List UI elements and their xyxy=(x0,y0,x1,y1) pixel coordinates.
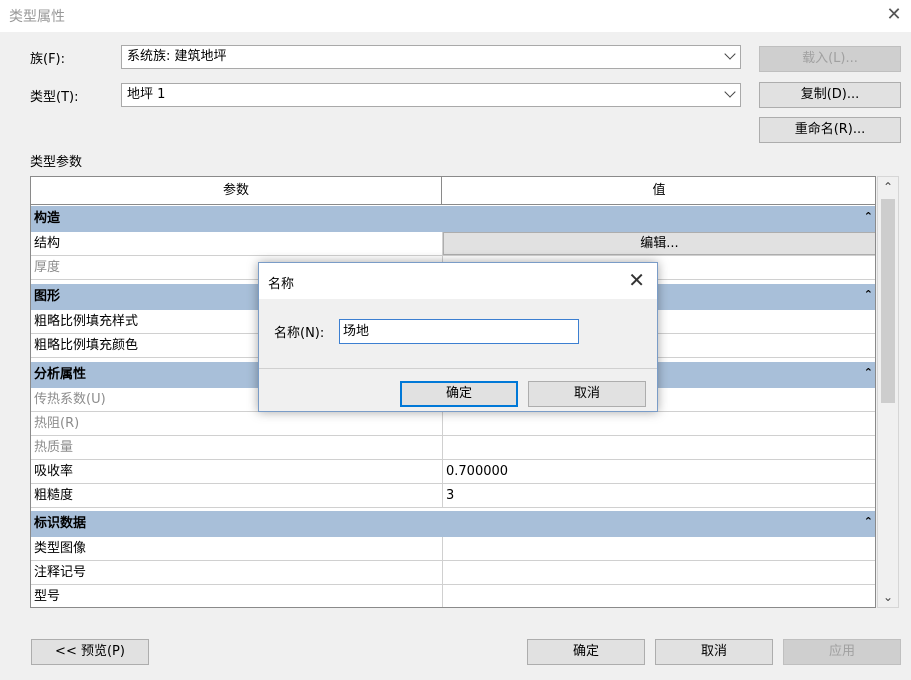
table-row[interactable]: 结构 编辑... xyxy=(31,232,875,256)
type-label: 类型(T): xyxy=(30,90,79,105)
table-header: 参数 值 xyxy=(31,177,875,205)
column-header-value: 值 xyxy=(652,183,666,198)
collapse-icon[interactable]: ⌃ xyxy=(864,509,873,535)
type-select[interactable]: 地坪 1 xyxy=(121,83,741,107)
param-name: 吸收率 xyxy=(34,464,74,479)
dialog-close-icon[interactable]: ✕ xyxy=(628,268,645,292)
table-row[interactable]: 注释记号 xyxy=(31,561,875,585)
apply-button[interactable]: 应用 xyxy=(783,639,901,665)
preview-button[interactable]: << 预览(P) xyxy=(31,639,149,665)
chevron-down-icon xyxy=(724,48,736,60)
name-input[interactable]: 场地 xyxy=(339,319,579,344)
group-label: 标识数据 xyxy=(34,516,87,531)
param-name: 传热系数(U) xyxy=(34,392,106,407)
family-select[interactable]: 系统族: 建筑地坪 xyxy=(121,45,741,69)
collapse-icon[interactable]: ⌃ xyxy=(864,204,873,230)
param-value[interactable] xyxy=(442,412,875,436)
name-field-label: 名称(N): xyxy=(274,326,325,341)
name-dialog: 名称 ✕ 名称(N): 场地 确定 取消 xyxy=(258,262,658,412)
family-label: 族(F): xyxy=(30,52,66,67)
rename-button[interactable]: 重命名(R)... xyxy=(759,117,901,143)
dialog-ok-button[interactable]: 确定 xyxy=(400,381,518,407)
table-row[interactable]: 热阻(R) xyxy=(31,412,875,436)
title-bar: 类型属性 ✕ xyxy=(0,0,911,32)
param-value[interactable] xyxy=(442,561,875,585)
group-label: 图形 xyxy=(34,289,61,304)
dialog-cancel-button[interactable]: 取消 xyxy=(528,381,646,407)
chevron-down-icon xyxy=(724,86,736,98)
table-row[interactable]: 吸收率 0.700000 xyxy=(31,460,875,484)
scroll-up-icon[interactable]: ⌃ xyxy=(878,177,898,197)
collapse-icon[interactable]: ⌃ xyxy=(864,282,873,308)
table-scrollbar[interactable]: ⌃ ⌄ xyxy=(877,176,899,608)
edit-structure-button[interactable]: 编辑... xyxy=(443,232,875,255)
param-value[interactable]: 3 xyxy=(442,484,875,508)
scroll-down-icon[interactable]: ⌄ xyxy=(878,587,898,607)
group-label: 构造 xyxy=(34,211,61,226)
duplicate-button[interactable]: 复制(D)... xyxy=(759,82,901,108)
family-value: 系统族: 建筑地坪 xyxy=(127,49,227,64)
param-value-cell: 编辑... xyxy=(442,232,875,256)
param-name: 结构 xyxy=(34,236,61,251)
param-value[interactable] xyxy=(442,537,875,561)
window-title: 类型属性 xyxy=(9,9,65,25)
param-name: 注释记号 xyxy=(34,565,87,580)
table-row[interactable]: 热质量 xyxy=(31,436,875,460)
collapse-icon[interactable]: ⌃ xyxy=(864,360,873,386)
scroll-thumb[interactable] xyxy=(881,199,895,403)
close-icon[interactable]: ✕ xyxy=(880,2,908,28)
param-name: 粗略比例填充样式 xyxy=(34,314,139,329)
param-name: 粗略比例填充颜色 xyxy=(34,338,139,353)
table-row[interactable]: 型号 xyxy=(31,585,875,607)
table-row[interactable]: 粗糙度 3 xyxy=(31,484,875,508)
group-identity-data[interactable]: 标识数据 ⌃ xyxy=(31,509,875,537)
column-header-param: 参数 xyxy=(31,177,442,205)
param-name: 型号 xyxy=(34,589,61,604)
param-name: 热质量 xyxy=(34,440,74,455)
param-name: 粗糙度 xyxy=(34,488,74,503)
param-name: 热阻(R) xyxy=(34,416,80,431)
cancel-button[interactable]: 取消 xyxy=(655,639,773,665)
dialog-divider xyxy=(259,368,657,369)
param-value[interactable] xyxy=(442,436,875,460)
ok-button[interactable]: 确定 xyxy=(527,639,645,665)
dialog-title-bar: 名称 ✕ xyxy=(259,263,657,299)
param-value[interactable]: 0.700000 xyxy=(442,460,875,484)
param-name: 类型图像 xyxy=(34,541,87,556)
load-button[interactable]: 载入(L)... xyxy=(759,46,901,72)
param-name: 厚度 xyxy=(34,260,61,275)
group-construction[interactable]: 构造 ⌃ xyxy=(31,204,875,232)
type-value: 地坪 1 xyxy=(127,87,166,102)
table-row[interactable]: 类型图像 xyxy=(31,537,875,561)
dialog-title: 名称 xyxy=(268,277,295,292)
param-value[interactable] xyxy=(442,585,875,607)
type-params-label: 类型参数 xyxy=(30,155,83,170)
group-label: 分析属性 xyxy=(34,367,87,382)
